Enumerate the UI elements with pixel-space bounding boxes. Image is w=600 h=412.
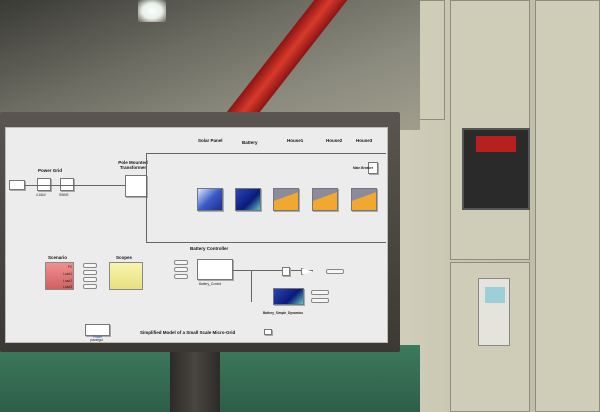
house2-block[interactable] xyxy=(312,188,338,211)
goto-tag[interactable] xyxy=(326,269,344,274)
caption-grid-switch: SWNS xyxy=(59,193,69,197)
caption-battery-control: Battery_Control xyxy=(199,282,222,286)
label-solar-panel: Solar Panel xyxy=(198,138,223,143)
label-house1: House1 xyxy=(287,138,304,143)
caption-main-breaker: Main Breaker xyxy=(353,166,374,170)
sum-block[interactable] xyxy=(282,267,290,276)
info-block[interactable] xyxy=(264,329,272,335)
goto-tag[interactable] xyxy=(83,263,97,268)
scopes-block[interactable] xyxy=(109,262,143,290)
scenario-block[interactable]: PV Load1 Load2 Load3 xyxy=(45,262,74,290)
caption-battery-dynamics: Battery_Simple_Dynamics xyxy=(263,311,304,315)
bus-line xyxy=(146,242,386,243)
ceiling-lamp xyxy=(138,0,166,22)
caption-powergui: powergui xyxy=(90,338,103,342)
powergui-block[interactable]: Power xyxy=(85,324,110,339)
house1-block[interactable] xyxy=(273,188,299,211)
battery-block[interactable] xyxy=(235,188,261,211)
transformer-block[interactable] xyxy=(125,175,147,197)
label-battery: Battery xyxy=(242,140,258,145)
label-house3: House3 xyxy=(356,138,373,143)
solar-panel-block[interactable] xyxy=(197,188,223,211)
port-load2: Load2 xyxy=(63,279,72,283)
ceiling-background xyxy=(0,0,420,130)
label-battery-controller: Battery Controller xyxy=(190,246,229,251)
cabinet-door xyxy=(535,0,600,412)
label-scenario: Scenario xyxy=(48,255,68,260)
simulink-screen: Power Grid 4.16kV SWNS Pole Mounted Tran… xyxy=(5,127,388,343)
battery-dynamics-block[interactable] xyxy=(273,288,304,305)
bus-line xyxy=(146,153,147,243)
connection-line xyxy=(251,270,252,302)
goto-tag[interactable] xyxy=(311,298,329,303)
goto-tag[interactable] xyxy=(83,284,97,289)
monitor-stand xyxy=(170,350,220,412)
connection-line xyxy=(25,185,125,186)
battery-controller-block[interactable] xyxy=(197,259,233,280)
label-transformer: Pole Mounted Transformer xyxy=(118,160,148,170)
diagram-title: Simplified Model of a Small Scale Micro-… xyxy=(140,330,236,335)
circuit-breaker xyxy=(462,128,530,210)
goto-tag[interactable] xyxy=(83,270,97,275)
port-load1: Load1 xyxy=(63,272,72,276)
caption-grid-voltage: 4.16kV xyxy=(36,193,46,197)
port-load3: Load3 xyxy=(63,285,72,289)
from-tag[interactable] xyxy=(174,274,188,279)
port-pv: PV xyxy=(67,265,72,269)
label-house2: House2 xyxy=(326,138,343,143)
house3-block[interactable] xyxy=(351,188,377,211)
goto-tag[interactable] xyxy=(83,277,97,282)
from-tag[interactable] xyxy=(174,260,188,265)
grid-source-block[interactable] xyxy=(9,180,25,190)
protection-relay xyxy=(478,278,510,346)
goto-tag[interactable] xyxy=(311,290,329,295)
bus-line xyxy=(146,153,386,154)
label-power-grid: Power Grid xyxy=(38,168,63,173)
label-scopes: Scopes xyxy=(116,255,133,260)
from-tag[interactable] xyxy=(174,267,188,272)
